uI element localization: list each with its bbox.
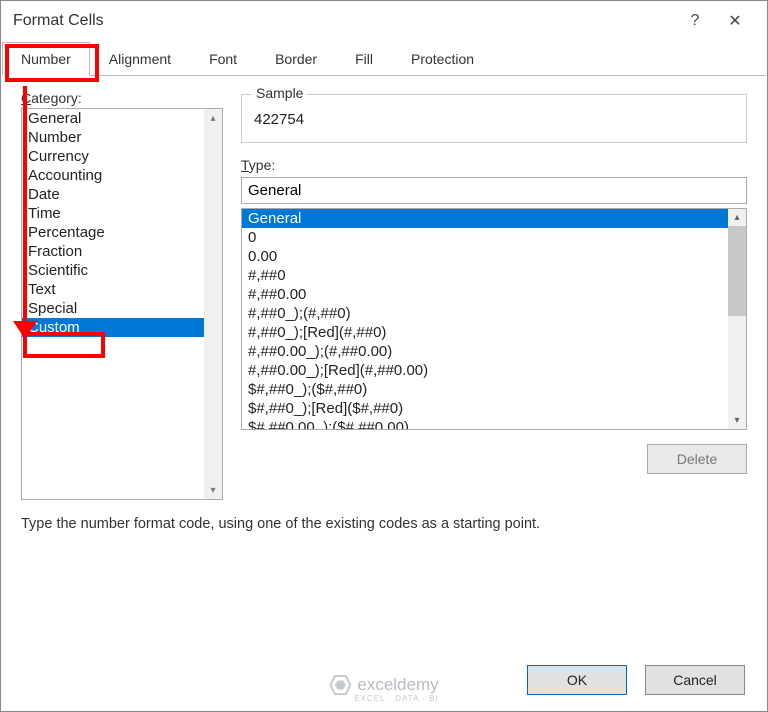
category-item-fraction[interactable]: Fraction [22,242,222,261]
type-listbox[interactable]: General00.00#,##0#,##0.00#,##0_);(#,##0)… [241,208,747,430]
logo-icon [329,675,351,695]
category-item-text[interactable]: Text [22,280,222,299]
type-item[interactable]: $#,##0.00_);($#,##0.00) [242,418,746,430]
ok-button[interactable]: OK [527,665,627,695]
type-item[interactable]: $#,##0_);[Red]($#,##0) [242,399,746,418]
tab-number[interactable]: Number [2,42,90,76]
type-item[interactable]: #,##0.00_);[Red](#,##0.00) [242,361,746,380]
scroll-down-icon[interactable]: ▾ [204,481,222,499]
type-item[interactable]: #,##0.00_);(#,##0.00) [242,342,746,361]
right-column: Sample 422754 Type: General00.00#,##0#,#… [241,90,747,500]
type-item[interactable]: 0 [242,228,746,247]
category-item-number[interactable]: Number [22,128,222,147]
category-item-special[interactable]: Special [22,299,222,318]
type-label: Type: [241,157,747,173]
tab-border[interactable]: Border [256,42,336,76]
type-input[interactable] [241,177,747,204]
sample-legend: Sample [252,85,307,101]
type-item[interactable]: #,##0_);(#,##0) [242,304,746,323]
category-label: Category: [21,90,223,106]
cancel-button[interactable]: Cancel [645,665,745,695]
category-item-time[interactable]: Time [22,204,222,223]
type-item[interactable]: #,##0_);[Red](#,##0) [242,323,746,342]
type-item[interactable]: 0.00 [242,247,746,266]
category-column: Category: GeneralNumberCurrencyAccountin… [21,90,223,500]
delete-button: Delete [647,444,747,474]
type-item[interactable]: #,##0.00 [242,285,746,304]
sample-value: 422754 [254,105,734,128]
category-item-percentage[interactable]: Percentage [22,223,222,242]
category-item-scientific[interactable]: Scientific [22,261,222,280]
format-cells-dialog: Format Cells ? ✕ Number Alignment Font B… [0,0,768,712]
tab-font[interactable]: Font [190,42,256,76]
scrollbar-thumb[interactable] [728,226,746,316]
category-item-accounting[interactable]: Accounting [22,166,222,185]
tab-fill[interactable]: Fill [336,42,392,76]
category-item-currency[interactable]: Currency [22,147,222,166]
scroll-up-icon[interactable]: ▴ [728,209,746,226]
type-section: Type: General00.00#,##0#,##0.00#,##0_);(… [241,157,747,430]
type-item[interactable]: $#,##0_);($#,##0) [242,380,746,399]
tab-alignment[interactable]: Alignment [90,42,190,76]
dialog-footer: OK Cancel [527,665,745,695]
category-item-general[interactable]: General [22,109,222,128]
type-item[interactable]: General [242,209,746,228]
scrollbar-track[interactable] [204,109,222,499]
tab-strip: Number Alignment Font Border Fill Protec… [2,41,766,76]
scroll-up-icon[interactable]: ▴ [204,109,222,127]
hint-text: Type the number format code, using one o… [21,516,747,532]
watermark: exceldemy EXCEL · DATA · BI [329,675,438,695]
sample-groupbox: Sample 422754 [241,94,747,143]
scroll-down-icon[interactable]: ▾ [728,412,746,429]
tab-content: Category: GeneralNumberCurrencyAccountin… [1,76,767,532]
tab-protection[interactable]: Protection [392,42,493,76]
type-item[interactable]: #,##0 [242,266,746,285]
dialog-title: Format Cells [13,12,675,30]
close-button[interactable]: ✕ [715,11,755,31]
category-item-date[interactable]: Date [22,185,222,204]
help-button[interactable]: ? [675,12,715,30]
titlebar: Format Cells ? ✕ [1,1,767,41]
delete-row: Delete [241,444,747,474]
category-item-custom[interactable]: Custom [22,318,222,337]
watermark-text: exceldemy [357,675,438,695]
watermark-sub: EXCEL · DATA · BI [354,694,438,703]
category-listbox[interactable]: GeneralNumberCurrencyAccountingDateTimeP… [21,108,223,500]
